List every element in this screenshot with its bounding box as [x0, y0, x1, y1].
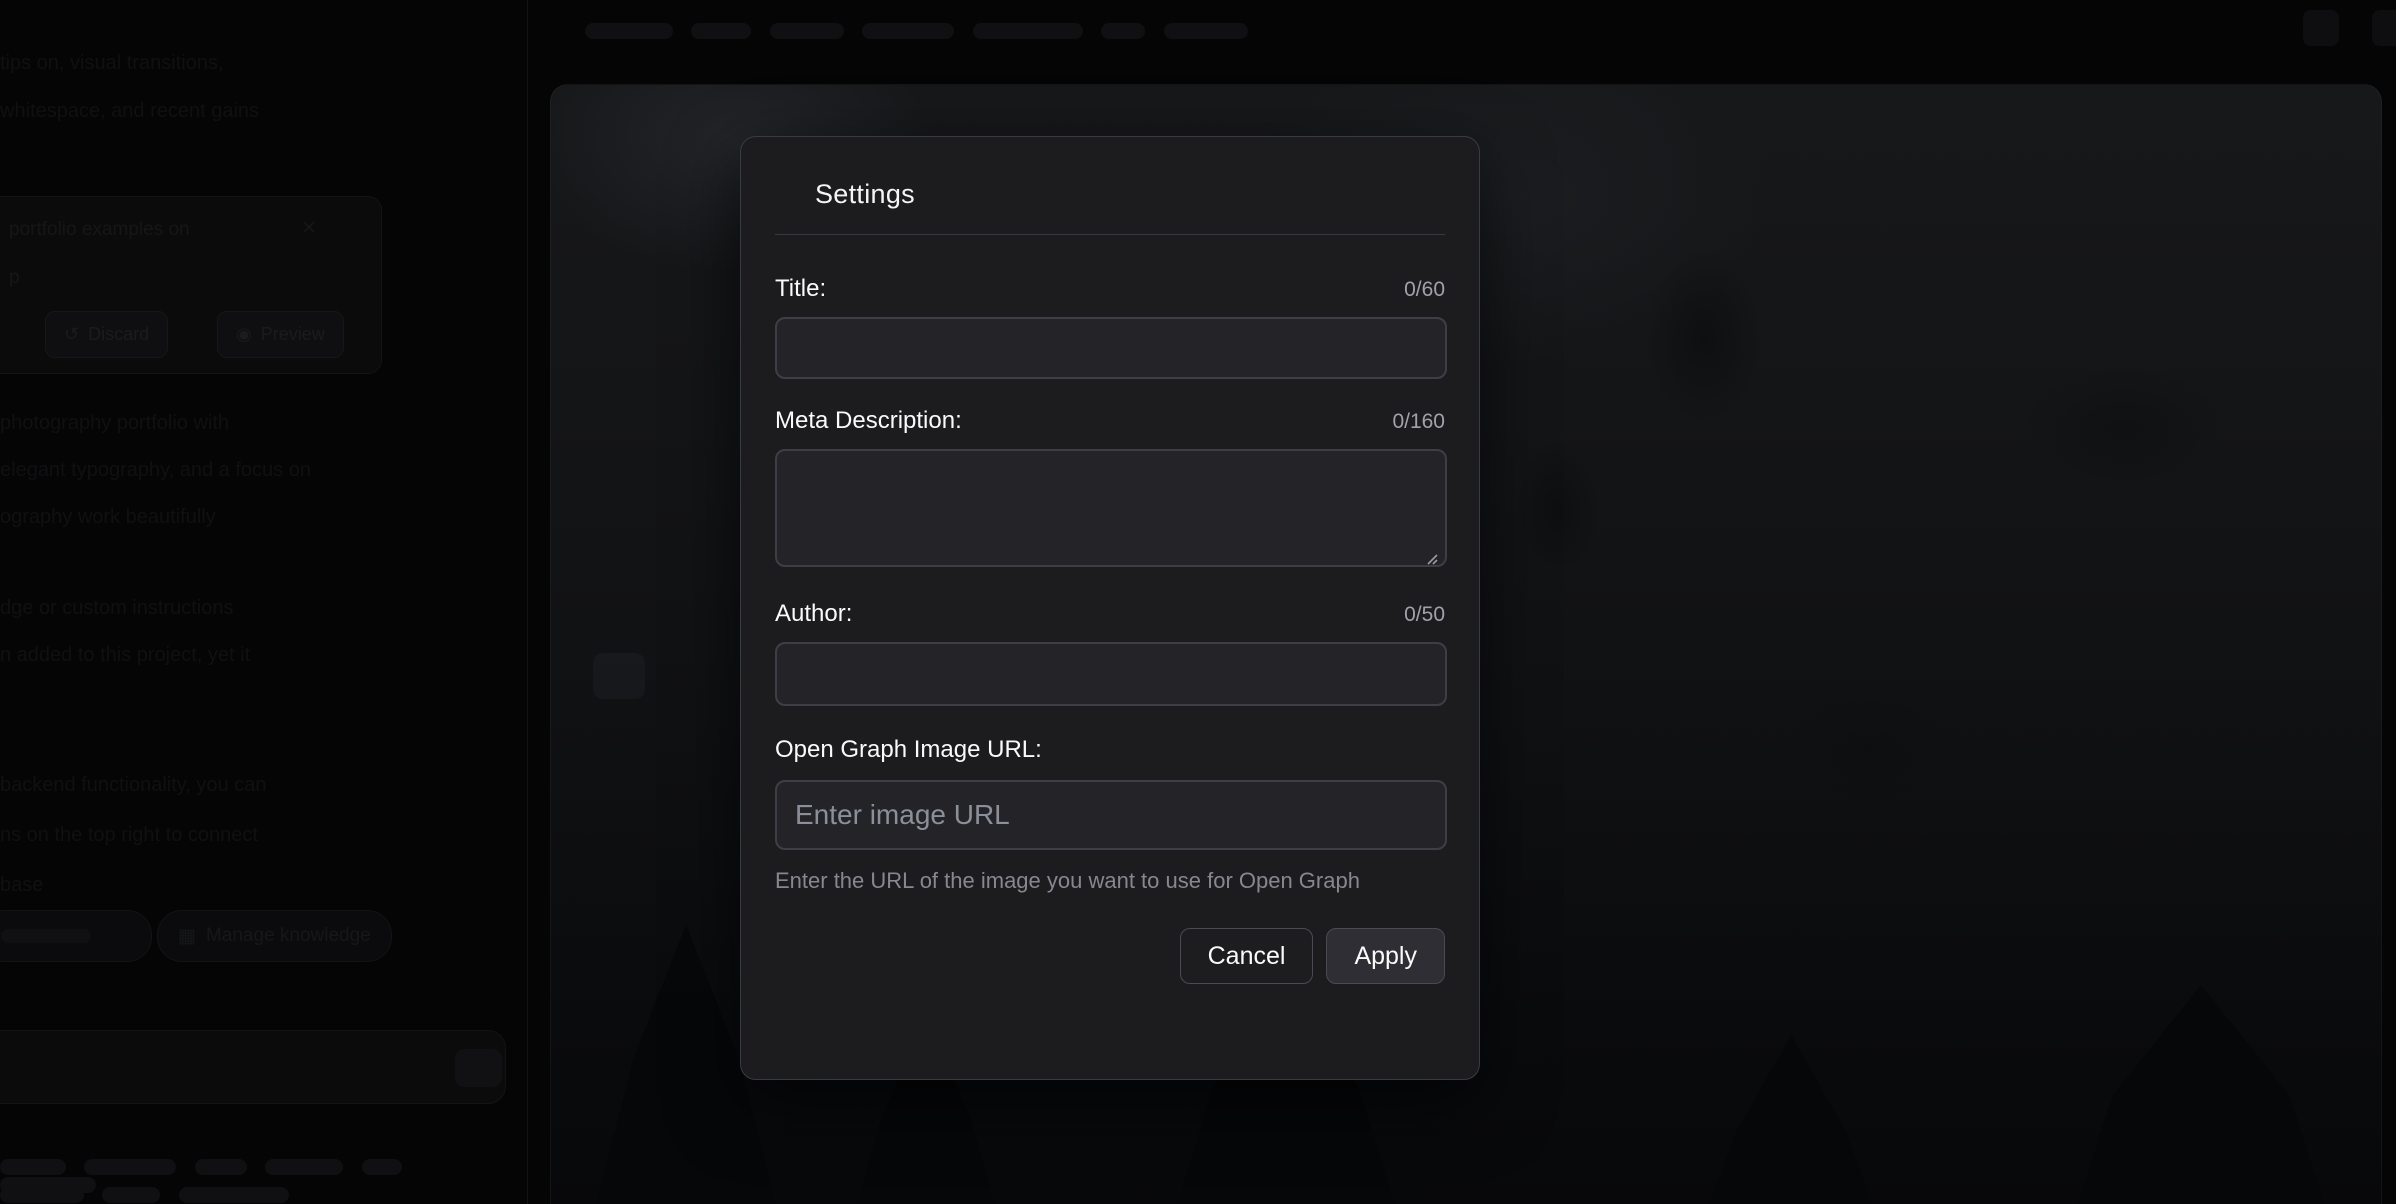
author-field-label: Author: — [775, 600, 852, 628]
url-blob — [1101, 23, 1145, 39]
meta-description-textarea[interactable] — [775, 449, 1447, 567]
close-icon[interactable]: ✕ — [301, 217, 317, 240]
manage-knowledge-button[interactable]: ▦ Manage knowledge — [157, 910, 392, 962]
preview-button[interactable]: ◉ Preview — [217, 311, 344, 358]
meta-description-field-label: Meta Description: — [775, 407, 962, 435]
url-blob — [973, 23, 1083, 39]
discard-icon: ↺ — [64, 324, 79, 345]
sidebar-paragraph: dge or custom instructions — [0, 585, 505, 632]
preview-content-chip — [593, 653, 645, 699]
text-blob — [0, 1187, 84, 1203]
preview-url-blobs[interactable] — [585, 22, 1262, 40]
keyboard-pill-button[interactable] — [0, 910, 152, 962]
suggestion-card: portfolio examples on ✕ p ↺ Discard ◉ Prev… — [0, 196, 382, 374]
app-screen: Preview tips on, visual transitions, whi… — [0, 0, 2396, 1204]
sidebar-paragraph: elegant typography, and a focus on — [0, 447, 505, 494]
send-icon[interactable] — [455, 1049, 502, 1087]
sidebar-paragraph: base — [0, 862, 505, 909]
card-text: p — [9, 267, 20, 289]
author-input[interactable] — [775, 642, 1447, 706]
sidebar-paragraph: backend functionality, you can — [0, 762, 505, 809]
card-text: portfolio examples on — [9, 219, 299, 241]
sidebar-paragraph: photography portfolio with — [0, 400, 505, 447]
eye-icon: ◉ — [236, 324, 252, 345]
url-blob — [585, 23, 673, 39]
text-blob — [0, 1159, 66, 1175]
sidebar-paragraph: whitespace, and recent gains — [0, 88, 500, 135]
footer-text-blobs — [0, 1186, 303, 1204]
sidebar-paragraph: n added to this project, yet it — [0, 632, 505, 679]
dialog-divider — [775, 234, 1445, 235]
text-blob — [179, 1187, 289, 1203]
og-image-url-field-label: Open Graph Image URL: — [775, 736, 1042, 764]
preview-label: Preview — [261, 324, 325, 345]
sidebar-paragraph: ography work beautifully — [0, 494, 505, 541]
og-image-url-helper-text: Enter the URL of the image you want to u… — [775, 868, 1445, 894]
text-blob — [102, 1187, 160, 1203]
author-char-counter: 0/50 — [1404, 603, 1445, 627]
chevron-down-icon — [1164, 23, 1248, 39]
text-blob — [265, 1159, 343, 1175]
grid-icon: ▦ — [178, 925, 196, 948]
topbar-edge-icon[interactable] — [2372, 10, 2396, 46]
text-blob — [362, 1159, 402, 1175]
title-char-counter: 0/60 — [1404, 278, 1445, 302]
chat-sidebar: tips on, visual transitions, whitespace,… — [0, 0, 528, 1204]
pill-blob — [1, 929, 91, 943]
url-blob — [770, 23, 844, 39]
text-blob — [84, 1159, 176, 1175]
title-input[interactable] — [775, 317, 1447, 379]
sidebar-paragraph: tips on, visual transitions, — [0, 40, 500, 87]
settings-dialog: Settings Title: 0/60 Meta Description: 0… — [740, 136, 1480, 1080]
apply-button[interactable]: Apply — [1326, 928, 1445, 984]
cancel-button[interactable]: Cancel — [1180, 928, 1314, 984]
url-blob — [691, 23, 751, 39]
sidebar-paragraph: ns on the top right to connect — [0, 812, 505, 859]
url-blob — [862, 23, 954, 39]
discard-button[interactable]: ↺ Discard — [45, 311, 168, 358]
manage-knowledge-label: Manage knowledge — [206, 925, 371, 947]
dialog-title: Settings — [815, 179, 1445, 210]
meta-description-char-counter: 0/160 — [1392, 410, 1445, 434]
text-blob — [195, 1159, 247, 1175]
og-image-url-input[interactable] — [775, 780, 1447, 850]
discard-label: Discard — [88, 324, 149, 345]
topbar-settings-icon[interactable] — [2303, 10, 2339, 46]
chat-message-input[interactable] — [0, 1030, 506, 1104]
title-field-label: Title: — [775, 275, 826, 303]
